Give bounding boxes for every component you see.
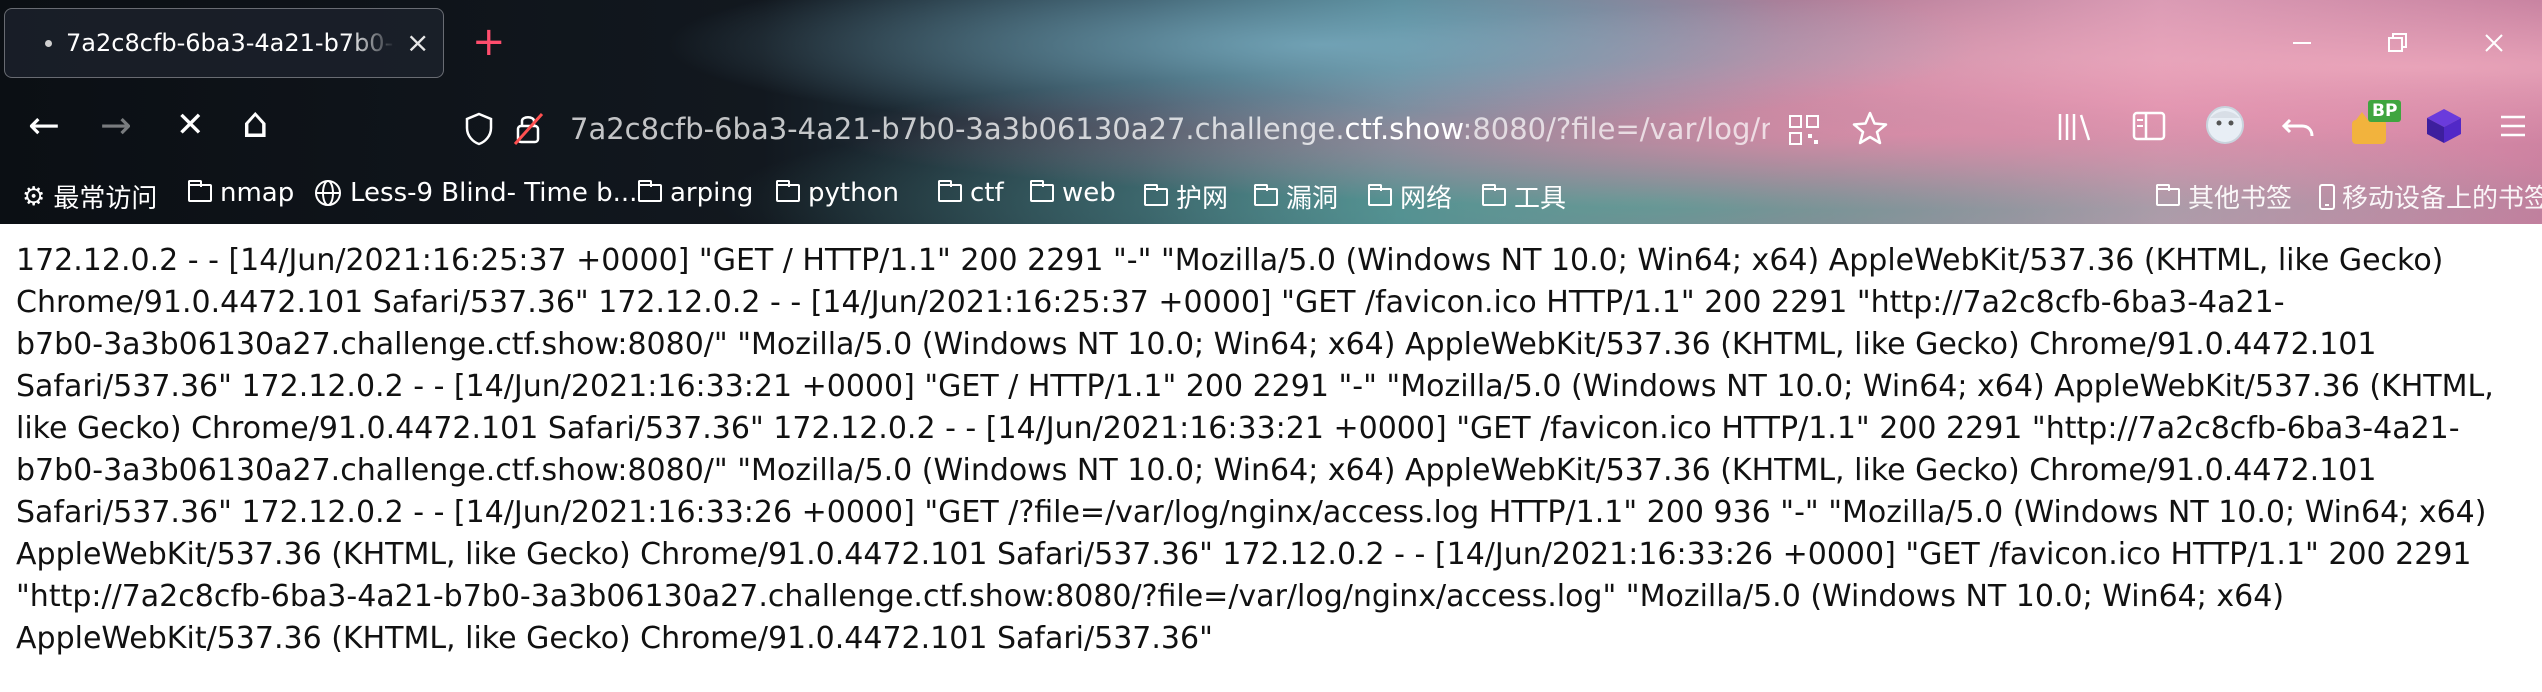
- shield-icon[interactable]: [464, 112, 494, 146]
- bookmarks-bar: ⚙ 最常访问 nmap Less-9 Blind- Time b... arpi…: [0, 172, 2542, 220]
- bookmark-folder-gongju[interactable]: 工具: [1482, 178, 1566, 215]
- log-line: AppleWebKit/537.36 (KHTML, like Gecko) C…: [16, 537, 2472, 572]
- page-content: 172.12.0.2 - - [14/Jun/2021:16:25:37 +00…: [16, 240, 2526, 660]
- url-bar[interactable]: 7a2c8cfb-6ba3-4a21-b7b0-3a3b06130a27.cha…: [448, 96, 1896, 162]
- log-line: Chrome/91.0.4472.101 Safari/537.36" 172.…: [16, 285, 2285, 320]
- browser-chrome: 7a2c8cfb-6ba3-4a21-b7b0-3a3b06130a27.cha…: [0, 0, 2542, 224]
- active-tab[interactable]: 7a2c8cfb-6ba3-4a21-b7b0-3a3b06130a27.cha…: [4, 8, 444, 78]
- qr-code-icon[interactable]: [1788, 114, 1820, 146]
- bookmark-most-visited[interactable]: ⚙ 最常访问: [22, 178, 157, 215]
- bookmark-folder-python[interactable]: python: [776, 178, 899, 208]
- bookmark-label: web: [1062, 178, 1116, 208]
- tab-close-icon[interactable]: ×: [406, 29, 429, 57]
- bookmark-label: 网络: [1400, 184, 1453, 214]
- bookmark-less9[interactable]: Less-9 Blind- Time b...: [314, 178, 637, 208]
- tab-title: 7a2c8cfb-6ba3-4a21-b7b0-3a3b06130a27.cha…: [66, 29, 396, 57]
- url-domain-prefix: 7a2c8cfb-6ba3-4a21-b7b0-3a3b06130a27.cha…: [570, 112, 1345, 146]
- mobile-device-icon: [2319, 183, 2335, 210]
- avatar-extension-icon[interactable]: [2204, 104, 2246, 146]
- restore-icon: [2388, 33, 2407, 52]
- bookmark-label: 工具: [1514, 184, 1567, 214]
- bookmark-folder-huwang[interactable]: 护网: [1144, 178, 1228, 215]
- bookmark-folder-loudong[interactable]: 漏洞: [1254, 178, 1338, 215]
- bookmark-folder-nmap[interactable]: nmap: [188, 178, 294, 208]
- menu-icon[interactable]: [2498, 112, 2528, 140]
- window-controls: [2254, 0, 2542, 86]
- home-button[interactable]: ⌂: [242, 102, 269, 144]
- log-line: 172.12.0.2 - - [14/Jun/2021:16:25:37 +00…: [16, 243, 2444, 278]
- bookmark-label: 移动设备上的书签: [2342, 184, 2542, 214]
- minimize-icon: [2293, 42, 2311, 44]
- bookmark-label: arping: [670, 178, 754, 208]
- minimize-button[interactable]: [2254, 0, 2350, 86]
- bookmark-label: ctf: [970, 178, 1004, 208]
- bookmark-label: 护网: [1176, 184, 1229, 214]
- folder-icon: [1482, 183, 1506, 206]
- burp-proxy-extension-icon[interactable]: BP: [2350, 100, 2402, 150]
- bookmark-label: 漏洞: [1286, 184, 1339, 214]
- url-domain: ctf.show: [1344, 112, 1463, 146]
- bookmark-folder-arping[interactable]: arping: [638, 178, 753, 208]
- bookmark-folder-ctf[interactable]: ctf: [938, 178, 1004, 208]
- stop-button[interactable]: ✕: [176, 108, 205, 142]
- close-icon: [2485, 34, 2503, 52]
- bp-badge: BP: [2368, 100, 2402, 122]
- folder-icon: [938, 180, 962, 202]
- sidebar-icon[interactable]: [2132, 110, 2168, 142]
- log-line: Safari/537.36" 172.12.0.2 - - [14/Jun/20…: [16, 495, 2487, 530]
- bookmark-mobile[interactable]: 移动设备上的书签: [2318, 178, 2542, 215]
- folder-icon: [1254, 183, 1278, 206]
- new-tab-button[interactable]: +: [472, 22, 506, 62]
- folder-icon: [776, 180, 800, 202]
- back-button[interactable]: ←: [28, 106, 60, 144]
- bookmark-label: 最常访问: [53, 184, 158, 214]
- url-path: :8080/?file=/var/log/nginx/access.log: [1462, 112, 1770, 146]
- gear-icon: ⚙: [22, 181, 46, 212]
- bookmark-label: python: [808, 178, 899, 208]
- library-icon[interactable]: [2056, 110, 2096, 144]
- log-line: b7b0-3a3b06130a27.challenge.ctf.show:808…: [16, 327, 2377, 362]
- undo-extension-icon[interactable]: [2280, 108, 2316, 142]
- insecure-lock-icon[interactable]: [512, 110, 546, 148]
- maximize-button[interactable]: [2350, 0, 2446, 86]
- bookmark-folder-web[interactable]: web: [1030, 178, 1116, 208]
- navigation-bar: ← → ✕ ⌂ 7a2c8cfb-6ba3-4a21-b7b0-3a3b0613…: [0, 88, 2542, 170]
- bookmark-other[interactable]: 其他书签: [2156, 178, 2292, 215]
- url-text[interactable]: 7a2c8cfb-6ba3-4a21-b7b0-3a3b06130a27.cha…: [570, 112, 1770, 146]
- bookmark-star-icon[interactable]: [1852, 110, 1888, 146]
- folder-icon: [1144, 183, 1168, 206]
- tab-loading-indicator: [45, 39, 52, 47]
- bookmark-label: nmap: [220, 178, 295, 208]
- log-line: like Gecko) Chrome/91.0.4472.101 Safari/…: [16, 411, 2460, 446]
- folder-icon: [1368, 183, 1392, 206]
- folder-icon: [1030, 180, 1054, 202]
- bookmark-label: Less-9 Blind- Time b...: [350, 178, 638, 208]
- bookmark-label: 其他书签: [2188, 184, 2293, 214]
- folder-icon: [638, 180, 662, 202]
- forward-button[interactable]: →: [100, 106, 132, 144]
- folder-icon: [2156, 183, 2180, 206]
- log-line: AppleWebKit/537.36 (KHTML, like Gecko) C…: [16, 621, 1213, 656]
- close-window-button[interactable]: [2446, 0, 2542, 86]
- log-line: b7b0-3a3b06130a27.challenge.ctf.show:808…: [16, 453, 2377, 488]
- log-line: "http://7a2c8cfb-6ba3-4a21-b7b0-3a3b0613…: [16, 579, 2285, 614]
- folder-icon: [188, 180, 212, 202]
- log-line: Safari/537.36" 172.12.0.2 - - [14/Jun/20…: [16, 369, 2494, 404]
- hackbar-extension-icon[interactable]: [2424, 106, 2464, 146]
- bookmark-folder-wangluo[interactable]: 网络: [1368, 178, 1452, 215]
- globe-icon: [315, 180, 341, 206]
- tab-strip: 7a2c8cfb-6ba3-4a21-b7b0-3a3b06130a27.cha…: [0, 0, 2542, 86]
